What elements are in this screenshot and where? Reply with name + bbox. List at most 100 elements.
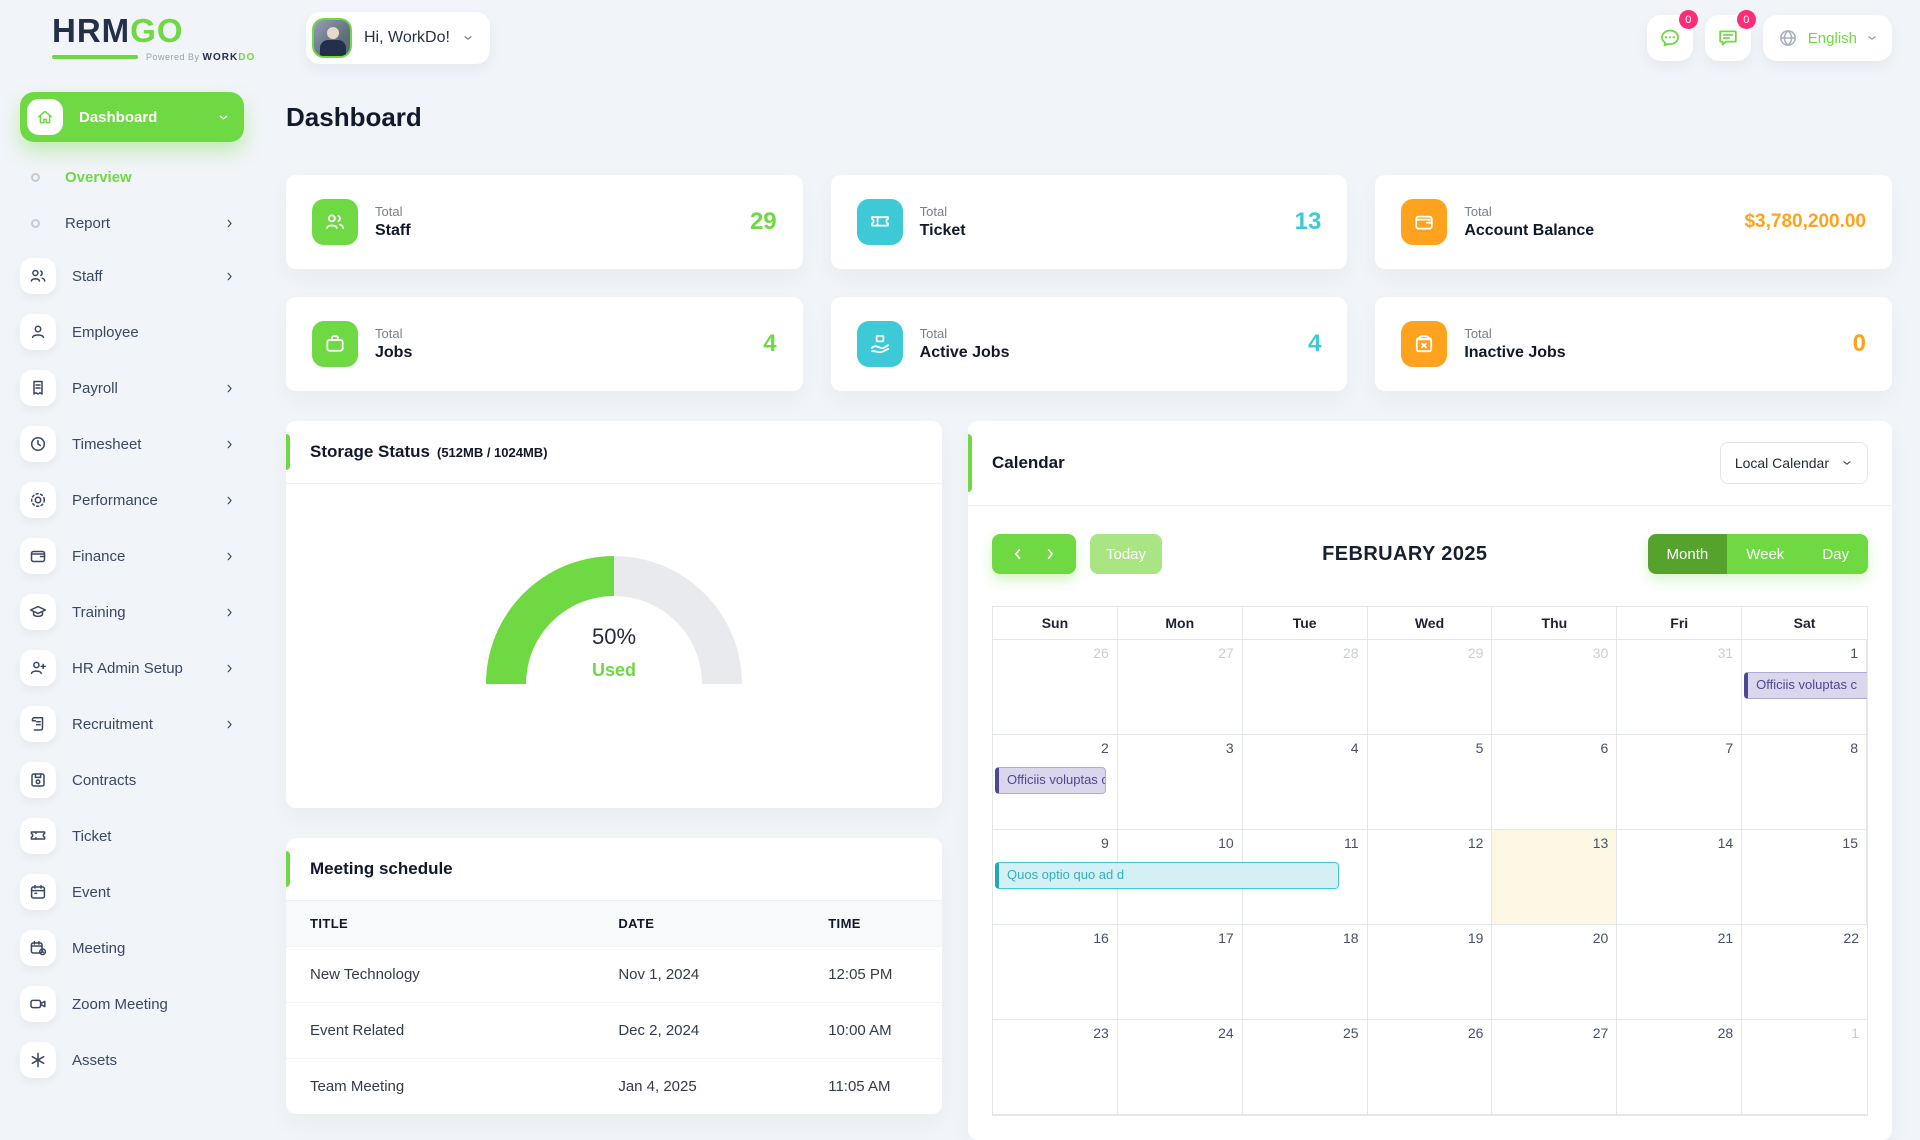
calendar-view-month[interactable]: Month xyxy=(1648,534,1728,574)
stat-card-account-balance: TotalAccount Balance$3,780,200.00 xyxy=(1375,175,1892,269)
calendar-day-cell[interactable]: 19 xyxy=(1368,925,1493,1020)
calendar-day-cell[interactable]: 24 xyxy=(1118,1020,1243,1115)
calendar-day-cell[interactable]: 1 xyxy=(1742,1020,1867,1115)
calendar-day-cell[interactable]: 21 xyxy=(1617,925,1742,1020)
calendar-day-cell[interactable]: 31 xyxy=(1617,640,1742,735)
notifications-button[interactable]: 0 xyxy=(1705,15,1751,61)
sidebar-item-hr-admin-setup[interactable]: HR Admin Setup xyxy=(20,650,244,686)
sidebar-item-recruitment[interactable]: Recruitment xyxy=(20,706,244,742)
calendar-week-row: 2627282930311Officiis voluptas c xyxy=(993,640,1867,735)
wallet-icon xyxy=(1401,199,1447,245)
calendar-day-cell[interactable]: 8 xyxy=(1742,735,1867,830)
stat-label: Inactive Jobs xyxy=(1464,344,1565,362)
calendar-day-cell[interactable]: 14 xyxy=(1617,830,1742,925)
sidebar-item-payroll[interactable]: Payroll xyxy=(20,370,244,406)
calendar-day-cell[interactable]: 30 xyxy=(1492,640,1617,735)
payroll-icon xyxy=(28,378,48,398)
calendar-day-cell[interactable]: 22 xyxy=(1742,925,1867,1020)
calendar-day-cell[interactable]: 16 xyxy=(993,925,1118,1020)
assets-icon xyxy=(28,1050,48,1070)
calendar-day-cell[interactable]: 28 xyxy=(1617,1020,1742,1115)
calendar-next-button[interactable] xyxy=(1043,547,1057,561)
calendar-day-number: 2 xyxy=(1101,740,1109,756)
calendar-view-day[interactable]: Day xyxy=(1803,534,1868,574)
main-content: Dashboard TotalStaff29TotalTicket13Total… xyxy=(258,76,1920,1140)
calendar-source-select[interactable]: Local Calendar xyxy=(1720,442,1868,484)
calendar-day-cell[interactable]: 18 xyxy=(1243,925,1368,1020)
logo-underline xyxy=(52,55,138,59)
ticket-stat-icon xyxy=(868,210,892,234)
messenger-button[interactable]: 0 xyxy=(1647,15,1693,61)
calendar-event[interactable]: Quos optio quo ad d xyxy=(995,862,1339,889)
storage-card: Storage Status (512MB / 1024MB) 50% Used xyxy=(286,421,942,808)
calendar-today-button[interactable]: Today xyxy=(1090,534,1162,574)
calendar-day-cell[interactable]: 25 xyxy=(1243,1020,1368,1115)
calendar-day-cell[interactable]: 17 xyxy=(1118,925,1243,1020)
calendar-day-cell[interactable]: 15 xyxy=(1742,830,1867,925)
calendar-day-number: 21 xyxy=(1718,930,1734,946)
calendar-day-cell[interactable]: 23 xyxy=(993,1020,1118,1115)
sidebar-item-finance[interactable]: Finance xyxy=(20,538,244,574)
employee-icon-box xyxy=(20,314,56,350)
sidebar-item-performance[interactable]: Performance xyxy=(20,482,244,518)
calendar-day-cell[interactable]: 26 xyxy=(1368,1020,1493,1115)
sidebar-item-label: Recruitment xyxy=(72,716,153,733)
payroll-icon-box xyxy=(20,370,56,406)
chevron-left-icon xyxy=(1011,547,1025,561)
calendar-day-number: 16 xyxy=(1093,930,1109,946)
sidebar-item-dashboard[interactable]: Dashboard xyxy=(20,92,244,142)
app-logo[interactable]: HRMGO Powered By WORKDO xyxy=(52,14,264,63)
sidebar-item-training[interactable]: Training xyxy=(20,594,244,630)
sidebar-item-assets[interactable]: Assets xyxy=(20,1042,244,1078)
calendar-day-cell[interactable]: 28 xyxy=(1243,640,1368,735)
calendar-day-cell[interactable]: 20 xyxy=(1492,925,1617,1020)
calendar-day-cell[interactable]: 27 xyxy=(1492,1020,1617,1115)
calendar-day-cell[interactable]: 3 xyxy=(1118,735,1243,830)
calendar-day-cell[interactable]: 7 xyxy=(1617,735,1742,830)
calendar-day-cell[interactable]: 26 xyxy=(993,640,1118,735)
calendar-day-cell[interactable]: 27 xyxy=(1118,640,1243,735)
calendar-view-week[interactable]: Week xyxy=(1727,534,1803,574)
sidebar-item-ticket[interactable]: Ticket xyxy=(20,818,244,854)
sidebar-item-contracts[interactable]: Contracts xyxy=(20,762,244,798)
meeting-cell: Event Related xyxy=(286,1003,594,1059)
sidebar-item-zoom-meeting[interactable]: Zoom Meeting xyxy=(20,986,244,1022)
calendar-day-number: 7 xyxy=(1725,740,1733,756)
inactive-jobs-icon xyxy=(1401,321,1447,367)
sidebar-item-timesheet[interactable]: Timesheet xyxy=(20,426,244,462)
staff-icon xyxy=(28,266,48,286)
calendar-day-number: 15 xyxy=(1842,835,1858,851)
meeting-cell: New Technology xyxy=(286,947,594,1003)
meeting-col-time: TIME xyxy=(804,901,942,947)
calendar-day-cell[interactable]: 5 xyxy=(1368,735,1493,830)
sidebar-item-report[interactable]: Report xyxy=(20,212,244,234)
calendar-day-cell[interactable]: 12 xyxy=(1368,830,1493,925)
chevron-right-icon xyxy=(223,606,236,619)
sidebar-item-meeting[interactable]: Meeting xyxy=(20,930,244,966)
ticket-icon-box xyxy=(20,818,56,854)
calendar-day-number: 30 xyxy=(1593,645,1609,661)
calendar-day-number: 3 xyxy=(1226,740,1234,756)
sidebar-item-event[interactable]: Event xyxy=(20,874,244,910)
calendar-toolbar: Today FEBRUARY 2025 MonthWeekDay xyxy=(968,506,1892,606)
logo-go: GO xyxy=(130,12,183,49)
sidebar-item-label: Staff xyxy=(72,268,103,285)
sidebar-item-employee[interactable]: Employee xyxy=(20,314,244,350)
calendar-prev-button[interactable] xyxy=(1011,547,1025,561)
recruitment-icon-box xyxy=(20,706,56,742)
calendar-event[interactable]: Officiis voluptas c xyxy=(1744,672,1867,699)
calendar-day-cell[interactable]: 13 xyxy=(1492,830,1617,925)
sidebar-item-overview[interactable]: Overview xyxy=(20,166,244,188)
calendar-day-cell[interactable]: 6 xyxy=(1492,735,1617,830)
calendar-event[interactable]: Officiis voluptas c xyxy=(995,767,1106,794)
language-selector[interactable]: English xyxy=(1763,15,1892,61)
calendar-day-number: 18 xyxy=(1343,930,1359,946)
calendar-day-cell[interactable]: 29 xyxy=(1368,640,1493,735)
contracts-icon xyxy=(28,770,48,790)
sidebar-item-label: Timesheet xyxy=(72,436,141,453)
calendar-day-number: 14 xyxy=(1718,835,1734,851)
user-menu[interactable]: Hi, WorkDo! xyxy=(306,12,490,64)
stats-grid: TotalStaff29TotalTicket13TotalAccount Ba… xyxy=(286,175,1892,391)
calendar-day-cell[interactable]: 4 xyxy=(1243,735,1368,830)
sidebar-item-staff[interactable]: Staff xyxy=(20,258,244,294)
